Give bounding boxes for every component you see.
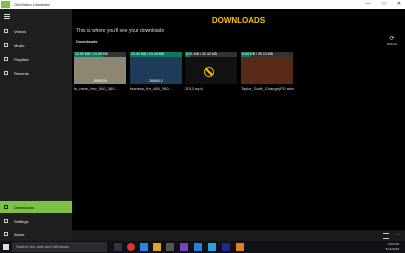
sidebar-item-label: Downloads	[14, 205, 34, 210]
download-size: 24.44 MB / 24.45 MB	[131, 52, 164, 56]
sidebar-item-label: Playlists	[14, 57, 29, 62]
video-thumbnail	[185, 57, 237, 84]
task-view-icon[interactable]	[114, 243, 122, 251]
download-size: 0.01 MB / 42.42 MB	[186, 52, 217, 56]
chrome-icon[interactable]	[127, 243, 135, 251]
search-input[interactable]: Search the web and Windows	[12, 242, 107, 252]
info-icon	[4, 232, 8, 236]
store-icon[interactable]	[166, 243, 174, 251]
sidebar: Videos Music Playlists Recents Downloads…	[0, 9, 72, 241]
photoshop-icon[interactable]	[222, 243, 230, 251]
sidebar-item-playlists[interactable]: Playlists	[0, 53, 72, 65]
maximize-button[interactable]: □	[379, 1, 389, 8]
download-card[interactable]: 24.44 MB / 24.45 MB 2668012 fearless_fhr…	[130, 52, 182, 91]
sidebar-item-music[interactable]: Music	[0, 39, 72, 51]
video-thumbnail	[241, 57, 293, 84]
sidebar-item-downloads[interactable]: Downloads	[0, 201, 72, 213]
taskbar: Search the web and Windows 2:53 PM 6/14/…	[0, 241, 405, 253]
download-speed: 2668006	[93, 79, 107, 83]
visual-studio-icon[interactable]	[180, 243, 188, 251]
download-icon	[4, 205, 8, 209]
download-name: 2012.mp4	[185, 86, 203, 91]
sidebar-item-label: Recents	[14, 71, 29, 76]
main-content: DOWNLOADS ⟳ Refresh This is where you'll…	[72, 9, 405, 241]
sidebar-item-label: About	[14, 232, 25, 237]
windows-start-icon[interactable]	[3, 244, 9, 250]
clock-date: 6/14/2018	[385, 247, 399, 251]
section-title: Downloads	[76, 39, 98, 44]
sidebar-item-recents[interactable]: Recents	[0, 67, 72, 79]
file-explorer-icon[interactable]	[153, 243, 161, 251]
title-bar: OneVideo Universal — □ ✕	[0, 0, 405, 9]
list-view-icon[interactable]	[383, 233, 389, 239]
more-icon[interactable]: ···	[395, 232, 400, 238]
app-logo-icon	[1, 1, 10, 8]
download-speed: 2668012	[149, 79, 163, 83]
playlist-icon	[4, 57, 8, 61]
download-size: 8.64 MB / 95.10 MB	[242, 52, 273, 56]
app-icon[interactable]	[194, 243, 202, 251]
download-name: ts_mine_hev_540_360...	[74, 86, 118, 91]
no-thumbnail-icon	[204, 67, 214, 77]
page-title: DOWNLOADS	[211, 16, 266, 25]
download-card[interactable]: 8.64 MB / 95.10 MB Taylor_Swift_Change(P…	[241, 52, 294, 91]
download-size: 12.93 MB / 23.39 MB	[75, 52, 108, 56]
video-icon	[4, 29, 8, 33]
download-name: fearless_fhr_480_360...	[130, 86, 173, 91]
download-name: Taylor_Swift_Change(PD.mkv	[241, 86, 295, 91]
refresh-button[interactable]: ⟳ Refresh	[385, 36, 399, 46]
music-icon	[4, 43, 8, 47]
sidebar-item-settings[interactable]: Settings	[0, 215, 72, 227]
sidebar-item-label: Music	[14, 43, 25, 48]
close-button[interactable]: ✕	[394, 1, 404, 8]
gear-icon	[4, 219, 8, 223]
minimize-button[interactable]: —	[363, 1, 373, 8]
page-subtitle: This is where you'll see your downloads	[76, 28, 164, 34]
hamburger-menu-icon[interactable]	[4, 14, 10, 19]
app-icon[interactable]	[208, 243, 216, 251]
download-card[interactable]: 12.93 MB / 23.39 MB 2668006 ts_mine_hev_…	[74, 52, 126, 91]
sidebar-item-label: Videos	[14, 29, 27, 34]
refresh-label: Refresh	[386, 42, 398, 46]
app-bar: ···	[72, 230, 405, 241]
sidebar-item-videos[interactable]: Videos	[0, 25, 72, 37]
sidebar-item-about[interactable]: About	[0, 228, 72, 240]
sidebar-item-label: Settings	[14, 219, 29, 224]
window-title: OneVideo Universal	[14, 2, 50, 7]
download-card[interactable]: 0.01 MB / 42.42 MB 2012.mp4	[185, 52, 237, 91]
clock[interactable]: 2:53 PM 6/14/2018	[386, 242, 399, 252]
onevideo-icon[interactable]	[236, 243, 244, 251]
edge-icon[interactable]	[140, 243, 148, 251]
clock-icon	[4, 71, 8, 75]
